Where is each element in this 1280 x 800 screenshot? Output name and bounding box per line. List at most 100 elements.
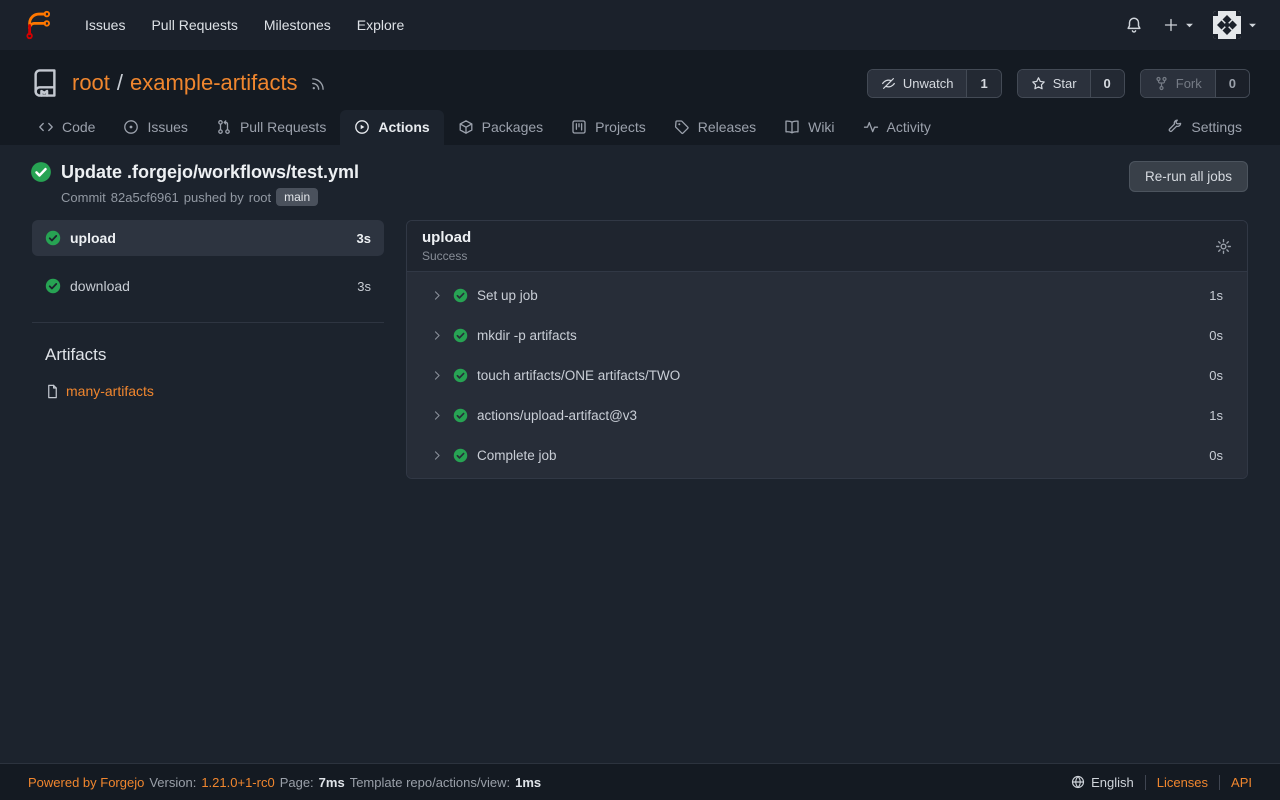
version-link[interactable]: 1.21.0+1-rc0 (201, 775, 274, 790)
forgejo-logo-icon[interactable] (22, 9, 54, 41)
step-row-set-up-job[interactable]: Set up job 1s (407, 275, 1247, 315)
licenses-link[interactable]: Licenses (1157, 775, 1208, 790)
repo-owner-link[interactable]: root (72, 70, 110, 96)
plus-icon (1163, 17, 1179, 33)
tab-pull-requests[interactable]: Pull Requests (202, 110, 340, 145)
steps-list: Set up job 1s mkdir -p artifacts 0s (407, 272, 1247, 478)
success-check-icon (45, 230, 61, 246)
book-icon (784, 119, 800, 135)
fork-icon (1154, 76, 1169, 91)
play-circle-icon (354, 119, 370, 135)
rerun-all-jobs-button[interactable]: Re-run all jobs (1129, 161, 1248, 192)
forks-count[interactable]: 0 (1215, 70, 1249, 97)
repo-title-row: root / example-artifacts Unwatch 1 (0, 50, 1280, 110)
tab-issues[interactable]: Issues (109, 110, 201, 145)
success-check-icon (453, 288, 468, 303)
tab-actions[interactable]: Actions (340, 110, 443, 145)
stars-count[interactable]: 0 (1090, 70, 1124, 97)
issue-circle-dot-icon (123, 119, 139, 135)
commit-label: Commit (61, 190, 106, 205)
tab-packages[interactable]: Packages (444, 110, 557, 145)
globe-icon (1071, 775, 1085, 789)
run-title: Update .forgejo/workflows/test.yml (61, 162, 359, 183)
pusher-name[interactable]: root (249, 190, 271, 205)
fork-button[interactable]: Fork 0 (1140, 69, 1250, 98)
success-check-icon (453, 368, 468, 383)
step-row-complete-job[interactable]: Complete job 0s (407, 435, 1247, 475)
job-name: upload (70, 230, 348, 246)
repo-tabs: Code Issues Pull Requests Actions Packag… (0, 110, 1280, 145)
tab-code[interactable]: Code (24, 110, 109, 145)
user-menu[interactable] (1205, 7, 1266, 43)
api-link[interactable]: API (1231, 775, 1252, 790)
job-duration: 3s (357, 279, 371, 294)
tab-activity[interactable]: Activity (849, 110, 945, 145)
run-header: Update .forgejo/workflows/test.yml Commi… (0, 145, 1280, 220)
gear-icon[interactable] (1215, 238, 1232, 255)
language-label: English (1091, 775, 1134, 790)
artifact-item[interactable]: many-artifacts (45, 383, 384, 399)
run-success-check-icon (30, 161, 52, 183)
job-item-download[interactable]: download 3s (32, 268, 384, 304)
step-name: Set up job (477, 288, 538, 303)
footer-divider (1219, 775, 1220, 790)
repo-action-buttons: Unwatch 1 Star 0 (867, 69, 1250, 98)
nav-link-milestones[interactable]: Milestones (251, 11, 344, 39)
footer-info: Powered by Forgejo Version: 1.21.0+1-rc0… (28, 775, 541, 790)
star-button[interactable]: Star 0 (1017, 69, 1125, 98)
nav-link-pull-requests[interactable]: Pull Requests (138, 11, 250, 39)
artifact-link[interactable]: many-artifacts (66, 383, 154, 399)
language-selector[interactable]: English (1071, 775, 1134, 790)
create-new-dropdown[interactable] (1153, 11, 1205, 39)
job-item-upload[interactable]: upload 3s (32, 220, 384, 256)
job-detail-panel: upload Success Set up job 1s (406, 220, 1248, 479)
tab-releases[interactable]: Releases (660, 110, 770, 145)
tab-wiki[interactable]: Wiki (770, 110, 848, 145)
footer-divider (1145, 775, 1146, 790)
star-icon (1031, 76, 1046, 91)
commit-hash[interactable]: 82a5cf6961 (111, 190, 179, 205)
success-check-icon (453, 328, 468, 343)
chevron-right-icon (431, 369, 444, 382)
step-duration: 0s (1209, 368, 1223, 383)
step-row-touch[interactable]: touch artifacts/ONE artifacts/TWO 0s (407, 355, 1247, 395)
branch-badge[interactable]: main (276, 188, 318, 206)
nav-link-issues[interactable]: Issues (72, 11, 138, 39)
step-duration: 1s (1209, 288, 1223, 303)
page-time-label: Page: (280, 775, 314, 790)
tab-projects[interactable]: Projects (557, 110, 660, 145)
chevron-right-icon (431, 329, 444, 342)
step-row-upload-artifact[interactable]: actions/upload-artifact@v3 1s (407, 395, 1247, 435)
tag-icon (674, 119, 690, 135)
success-check-icon (453, 448, 468, 463)
notifications-bell-icon[interactable] (1115, 10, 1153, 40)
powered-by-link[interactable]: Powered by Forgejo (28, 775, 144, 790)
unwatch-label: Unwatch (903, 76, 954, 91)
template-time-label: Template repo/actions/view: (350, 775, 510, 790)
navbar: Issues Pull Requests Milestones Explore (0, 0, 1280, 50)
run-content: upload 3s download 3s Artifacts many-art… (0, 220, 1280, 763)
tab-settings[interactable]: Settings (1153, 110, 1256, 145)
repository-icon (30, 68, 60, 98)
unwatch-button[interactable]: Unwatch 1 (867, 69, 1002, 98)
step-duration: 0s (1209, 328, 1223, 343)
project-board-icon (571, 119, 587, 135)
pushed-by-label: pushed by (184, 190, 244, 205)
step-row-mkdir[interactable]: mkdir -p artifacts 0s (407, 315, 1247, 355)
repo-name-link[interactable]: example-artifacts (130, 70, 298, 96)
watchers-count[interactable]: 1 (966, 70, 1000, 97)
rss-feed-icon[interactable] (310, 75, 327, 92)
jobs-sidebar: upload 3s download 3s Artifacts many-art… (32, 220, 384, 399)
nav-link-explore[interactable]: Explore (344, 11, 417, 39)
success-check-icon (453, 408, 468, 423)
template-time-value: 1ms (515, 775, 541, 790)
breadcrumb-separator: / (117, 70, 123, 96)
chevron-right-icon (431, 289, 444, 302)
chevron-down-icon (1247, 20, 1258, 31)
job-duration: 3s (357, 231, 371, 246)
step-name: mkdir -p artifacts (477, 328, 577, 343)
run-subtitle: Commit 82a5cf6961 pushed by root main (61, 188, 359, 206)
job-detail-header: upload Success (407, 221, 1247, 272)
step-name: touch artifacts/ONE artifacts/TWO (477, 368, 680, 383)
step-name: actions/upload-artifact@v3 (477, 408, 637, 423)
